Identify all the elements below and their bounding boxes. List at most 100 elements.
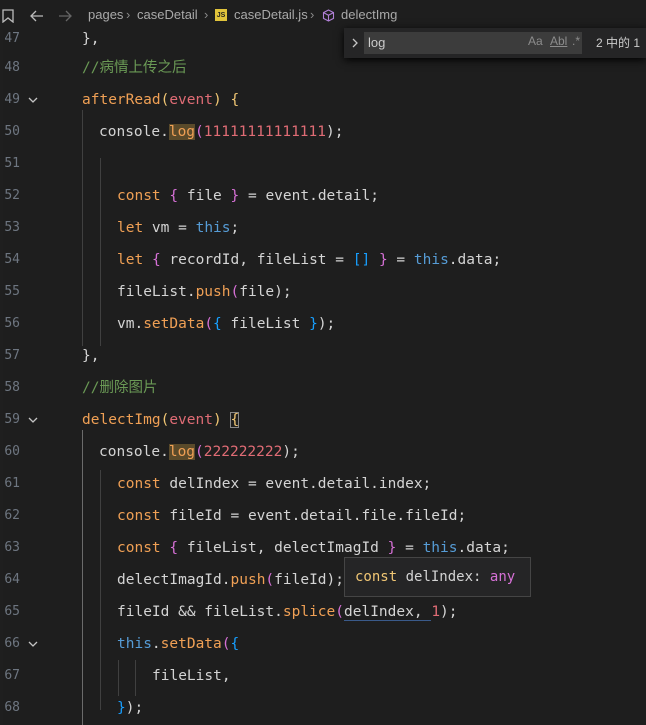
code-token: this: [117, 636, 152, 652]
code-token: );: [326, 572, 345, 588]
code-token: fileId: [274, 572, 327, 588]
code-token: fileList.: [117, 284, 196, 300]
code-token: .data;: [448, 252, 502, 268]
code-token: ;: [230, 220, 240, 236]
line-number: 61: [4, 476, 20, 491]
code-token: {: [213, 316, 222, 332]
code-line[interactable]: 61 const delIndex = event.detail.index;: [0, 468, 646, 500]
line-number: 60: [4, 444, 20, 459]
line-number: 57: [4, 348, 20, 363]
line-number: 53: [4, 220, 20, 235]
code-line[interactable]: 67 fileList,: [0, 660, 646, 692]
fold-chevron-icon[interactable]: [26, 637, 40, 651]
code-token: file: [239, 284, 275, 300]
code-token: afterRead: [82, 92, 161, 108]
regex-icon[interactable]: .*: [572, 34, 580, 48]
line-number: 68: [4, 700, 20, 715]
code-token: this: [413, 252, 449, 268]
code-line[interactable]: 62 const fileId = event.detail.file.file…: [0, 500, 646, 532]
js-file-icon: JS: [215, 9, 227, 21]
match-case-icon[interactable]: Aa: [528, 34, 543, 48]
code-token: }: [309, 316, 318, 332]
code-token: .data;: [457, 540, 510, 556]
code-comment: //删除图片: [82, 380, 158, 396]
code-line[interactable]: 55 fileList.push(file);: [0, 276, 646, 308]
code-line[interactable]: 60 console.log(222222222);: [0, 436, 646, 468]
code-token: push: [230, 572, 266, 588]
code-line[interactable]: 56 vm.setData({ fileList });: [0, 308, 646, 340]
code-line[interactable]: 50 console.log(11111111111111);: [0, 116, 646, 148]
code-line[interactable]: 53 let vm = this;: [0, 212, 646, 244]
code-token: this: [422, 540, 458, 556]
toggle-replace-chevron-icon[interactable]: [350, 36, 360, 50]
code-comment: //病情上传之后: [82, 60, 187, 76]
line-number: 56: [4, 316, 20, 331]
line-number: 65: [4, 604, 20, 619]
line-number: 59: [4, 412, 20, 427]
match-whole-word-icon[interactable]: Abl: [550, 34, 567, 48]
code-token: (: [204, 316, 214, 332]
line-number: 67: [4, 668, 20, 683]
line-number: 50: [4, 124, 20, 139]
code-token: []: [352, 252, 371, 268]
code-token: const: [117, 188, 161, 204]
code-token: {: [169, 188, 179, 204]
code-line[interactable]: 64 delectImagId.push(fileId);: [0, 564, 646, 596]
line-number: 55: [4, 284, 20, 299]
code-token: {: [230, 92, 240, 108]
code-line[interactable]: 52 const { file } = event.detail;: [0, 180, 646, 212]
code-token: );: [440, 604, 458, 620]
code-token: splice: [282, 604, 336, 620]
fold-chevron-icon[interactable]: [26, 413, 40, 427]
code-token: (: [335, 604, 344, 620]
code-token: vm =: [143, 220, 196, 236]
code-token: (: [230, 284, 240, 300]
code-token: setData: [160, 636, 222, 652]
code-token: }: [230, 188, 240, 204]
line-number: 64: [4, 572, 20, 587]
code-token: =: [396, 540, 423, 556]
line-number: 48: [4, 60, 20, 75]
code-line[interactable]: 54 let { recordId, fileList = [] } = thi…: [0, 244, 646, 276]
fold-chevron-icon[interactable]: [26, 93, 40, 107]
code-token: file: [178, 188, 231, 204]
code-token: (: [195, 124, 204, 140]
code-token: );: [125, 700, 144, 716]
code-token: let: [117, 252, 144, 268]
code-token: .: [151, 636, 161, 652]
code-line[interactable]: 51: [0, 148, 646, 180]
code-token: =: [387, 252, 414, 268]
code-line[interactable]: 65 fileId && fileList.splice(delIndex, 1…: [0, 596, 646, 628]
code-token: vm.: [117, 316, 144, 332]
code-token: {: [230, 636, 240, 652]
line-number: 62: [4, 508, 20, 523]
search-match: log: [168, 444, 196, 460]
code-line[interactable]: 57 },: [0, 340, 646, 372]
code-line[interactable]: 63 const { fileList, delectImagId } = th…: [0, 532, 646, 564]
tooltip-type: any: [489, 569, 516, 585]
code-line[interactable]: 58 //删除图片: [0, 372, 646, 404]
line-number: 49: [4, 92, 20, 107]
search-match: log: [168, 124, 196, 140]
code-token: event: [169, 92, 213, 108]
code-token: push: [195, 284, 231, 300]
match-count: 2 中的 1: [596, 36, 641, 50]
code-token: ): [212, 92, 222, 108]
code-line[interactable]: 49 afterRead(event) {: [0, 84, 646, 116]
code-token: ): [212, 412, 222, 428]
code-token: );: [274, 284, 292, 300]
code-line[interactable]: 59 delectImg(event) {: [0, 404, 646, 436]
code-token: delectImg: [82, 412, 161, 428]
code-token: delIndex = event.detail.index;: [160, 476, 432, 492]
code-line[interactable]: 66 this.setData({: [0, 628, 646, 660]
code-token: setData: [143, 316, 205, 332]
code-line[interactable]: 68 });: [0, 692, 646, 724]
code-token: (: [160, 92, 170, 108]
code-token: fileList: [221, 316, 310, 332]
code-token: const: [117, 476, 161, 492]
tooltip-symbol: delIndex:: [405, 569, 482, 585]
code-token: {: [151, 252, 161, 268]
code-token: (: [195, 444, 204, 460]
code-token: );: [282, 444, 300, 460]
